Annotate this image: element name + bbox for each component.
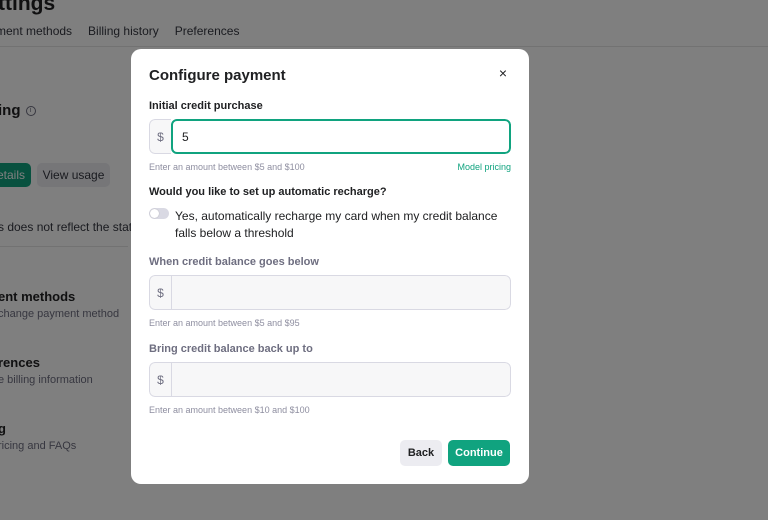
initial-credit-helper: Enter an amount between $5 and $100 <box>149 162 305 172</box>
back-button[interactable]: Back <box>400 440 442 466</box>
recharge-to-field: $ <box>149 362 511 397</box>
currency-prefix: $ <box>149 119 171 154</box>
currency-prefix: $ <box>149 275 171 310</box>
threshold-field: $ <box>149 275 511 310</box>
close-icon[interactable]: × <box>495 65 511 81</box>
initial-credit-label: Initial credit purchase <box>149 100 263 112</box>
configure-payment-dialog: Configure payment × Initial credit purch… <box>131 49 529 484</box>
recharge-to-input[interactable] <box>171 362 511 397</box>
recharge-question: Would you like to set up automatic recha… <box>149 186 387 198</box>
threshold-input[interactable] <box>171 275 511 310</box>
currency-prefix: $ <box>149 362 171 397</box>
threshold-helper: Enter an amount between $5 and $95 <box>149 318 300 328</box>
auto-recharge-label[interactable]: Yes, automatically recharge my card when… <box>175 208 515 242</box>
model-pricing-link[interactable]: Model pricing <box>457 162 511 172</box>
toggle-knob <box>150 209 159 218</box>
initial-credit-input[interactable] <box>171 119 511 154</box>
recharge-to-label: Bring credit balance back up to <box>149 343 313 355</box>
continue-button[interactable]: Continue <box>448 440 510 466</box>
initial-credit-field: $ <box>149 119 511 154</box>
dialog-title: Configure payment <box>149 67 286 84</box>
recharge-to-helper: Enter an amount between $10 and $100 <box>149 405 310 415</box>
threshold-label: When credit balance goes below <box>149 256 319 268</box>
auto-recharge-toggle[interactable] <box>149 208 169 219</box>
